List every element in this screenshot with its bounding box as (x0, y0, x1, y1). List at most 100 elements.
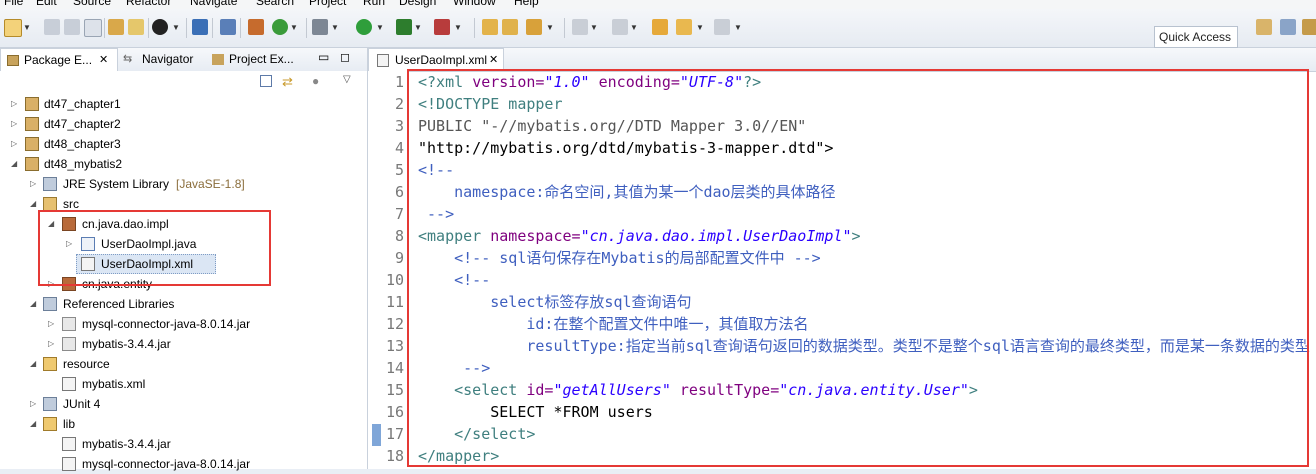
package-explorer-pane: Package E... ✕ ⇆ Navigator Project Ex...… (0, 48, 368, 471)
external-tools-icon[interactable] (434, 19, 450, 35)
project-icon (25, 157, 39, 171)
menu-run[interactable]: Run (363, 0, 385, 9)
link-editor-icon[interactable]: ⇄ (282, 74, 293, 90)
project-icon (25, 117, 39, 131)
java-perspective-icon[interactable] (1302, 19, 1316, 35)
menu-help[interactable]: Help (514, 0, 539, 9)
editor-pane: UserDaoImpl.xml ✕ 1 2 3 4 5 6 7 8 9 10 1… (368, 48, 1316, 469)
maximize-icon[interactable]: ◻ (340, 50, 350, 64)
chevron-down-icon[interactable]: ◢ (30, 294, 40, 314)
filter-icon[interactable]: ● (312, 74, 319, 88)
library-icon (43, 297, 57, 311)
collapse-all-icon[interactable] (260, 75, 272, 87)
open-perspective-icon[interactable] (1256, 19, 1272, 35)
chevron-down-icon[interactable]: ◢ (30, 414, 40, 434)
previous-annotation-icon[interactable] (612, 19, 628, 35)
skip-breakpoints-icon[interactable] (220, 19, 236, 35)
tree-item-resource[interactable]: ◢ resource (0, 354, 367, 374)
source-folder-icon (43, 197, 57, 211)
menu-project[interactable]: Project (309, 0, 346, 9)
menu-refactor[interactable]: Refactor (126, 0, 171, 9)
tab-userdaoimpl-xml[interactable]: UserDaoImpl.xml ✕ (368, 48, 504, 71)
folder-icon (43, 417, 57, 431)
folder-icon (43, 357, 57, 371)
jar-icon (62, 317, 76, 331)
new-icon[interactable] (4, 19, 22, 37)
close-icon[interactable]: ✕ (489, 49, 498, 71)
tab-package-explorer[interactable]: Package E... ✕ (0, 48, 118, 71)
run-icon[interactable] (356, 19, 372, 35)
tree-item-dt48-chapter3[interactable]: ▷ dt48_chapter3 (0, 134, 367, 154)
chevron-right-icon[interactable]: ▷ (30, 174, 40, 194)
refresh-icon[interactable] (272, 19, 288, 35)
view-menu-icon[interactable]: ▽ (343, 74, 351, 85)
pencil-icon[interactable] (526, 19, 542, 35)
java-ee-perspective-icon[interactable] (1280, 19, 1296, 35)
save-icon[interactable] (44, 19, 60, 35)
chevron-right-icon[interactable]: ▷ (30, 394, 40, 414)
xml-file-icon (62, 377, 76, 391)
tree-item-dt47-chapter1[interactable]: ▷ dt47_chapter1 (0, 94, 367, 114)
package-explorer-icon (7, 55, 19, 66)
quick-access-input[interactable]: Quick Access (1154, 26, 1238, 48)
tree-item-jre-system-library[interactable]: ▷ JRE System Library [JavaSE-1.8] (0, 174, 367, 194)
chevron-right-icon[interactable]: ▷ (11, 114, 21, 134)
library-icon (43, 177, 57, 191)
tree-item-junit-4[interactable]: ▷ JUnit 4 (0, 394, 367, 414)
chevron-right-icon[interactable]: ▷ (11, 94, 21, 114)
tab-navigator[interactable]: ⇆ Navigator (120, 48, 212, 71)
navigator-icon: ⇆ (123, 53, 133, 65)
tree-item-mybatis-jar[interactable]: ▷ mybatis-3.4.4.jar (0, 334, 367, 354)
jar-icon (62, 437, 76, 451)
highlight-box (38, 210, 271, 286)
minimize-icon[interactable]: ▭ (318, 50, 329, 64)
coverage-icon[interactable] (396, 19, 412, 35)
tree-item-mybatis-xml[interactable]: mybatis.xml (0, 374, 367, 394)
project-explorer-icon (212, 54, 224, 65)
forward-icon[interactable] (714, 19, 730, 35)
next-annotation-icon[interactable] (572, 19, 588, 35)
tree-item-dt48-mybatis2[interactable]: ◢ dt48_mybatis2 (0, 154, 367, 174)
menu-window[interactable]: Window (453, 0, 496, 9)
close-icon[interactable]: ✕ (99, 49, 108, 72)
open-resource-icon[interactable] (128, 19, 144, 35)
menu-navigate[interactable]: Navigate (190, 0, 237, 9)
tree-item-referenced-libraries[interactable]: ◢ Referenced Libraries (0, 294, 367, 314)
menu-design[interactable]: Design (399, 0, 436, 9)
print-icon[interactable] (84, 19, 102, 37)
new-java-project-icon[interactable] (482, 19, 498, 35)
chevron-right-icon[interactable]: ▷ (48, 314, 58, 334)
menu-search[interactable]: Search (256, 0, 294, 9)
open-type-icon[interactable] (108, 19, 124, 35)
new-server-icon[interactable] (248, 19, 264, 35)
debug-icon[interactable] (152, 19, 168, 35)
bug-icon[interactable] (312, 19, 328, 35)
project-icon (25, 97, 39, 111)
tree-item-lib-mybatis-jar[interactable]: mybatis-3.4.4.jar (0, 434, 367, 454)
tab-project-explorer[interactable]: Project Ex... (212, 48, 312, 71)
save-all-icon[interactable] (64, 19, 80, 35)
tree-item-dt47-chapter2[interactable]: ▷ dt47_chapter2 (0, 114, 367, 134)
tree-item-mysql-connector-jar[interactable]: ▷ mysql-connector-java-8.0.14.jar (0, 314, 367, 334)
explorer-toolbar: ⇄ ● ▽ (0, 71, 367, 91)
chevron-down-icon[interactable]: ◢ (11, 154, 21, 174)
last-edit-icon[interactable] (652, 19, 668, 35)
open-folder-icon[interactable] (502, 19, 518, 35)
project-icon (25, 137, 39, 151)
console-icon[interactable] (192, 19, 208, 35)
chevron-down-icon[interactable]: ▼ (23, 23, 31, 32)
tree-item-lib-mysql-connector-jar[interactable]: mysql-connector-java-8.0.14.jar (0, 454, 367, 474)
back-icon[interactable] (676, 19, 692, 35)
menu-file[interactable]: File (4, 0, 23, 9)
chevron-right-icon[interactable]: ▷ (11, 134, 21, 154)
main-toolbar: ▼ ▼ ▼ ▼ ▼ ▼ ▼ ▼ ▼ ▼ ▼ ▼ Quick Access (0, 9, 1316, 48)
menu-edit[interactable]: Edit (36, 0, 57, 9)
menu-source[interactable]: Source (73, 0, 111, 9)
jar-icon (62, 337, 76, 351)
library-icon (43, 397, 57, 411)
code-highlight-box (407, 69, 1309, 467)
chevron-down-icon[interactable]: ◢ (30, 354, 40, 374)
chevron-right-icon[interactable]: ▷ (48, 334, 58, 354)
tree-item-lib[interactable]: ◢ lib (0, 414, 367, 434)
view-tabs: Package E... ✕ ⇆ Navigator Project Ex...… (0, 48, 367, 72)
